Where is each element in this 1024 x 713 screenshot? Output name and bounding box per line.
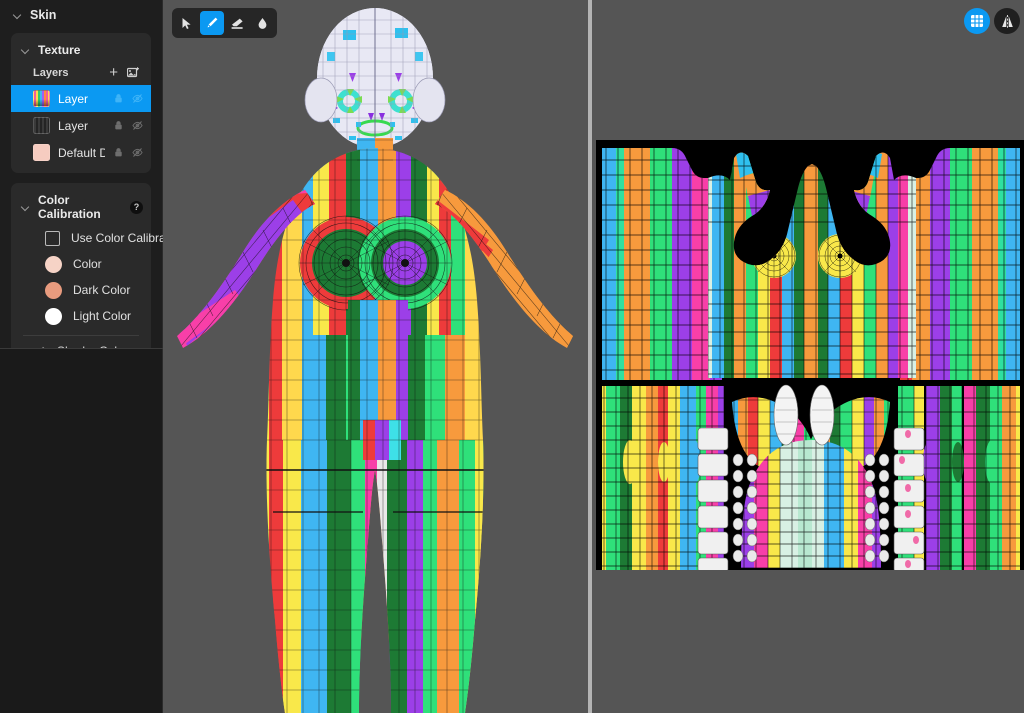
use-color-calibration-row[interactable]: Use Color Calibration (11, 225, 185, 251)
skin-section-header[interactable]: Skin (0, 0, 162, 30)
add-image-icon[interactable] (126, 66, 140, 80)
eraser-tool[interactable] (225, 11, 249, 35)
water-drop-tool[interactable] (250, 11, 274, 35)
skin-editor-window: Skin Texture Layers + Layer Layer Defaul… (0, 0, 1024, 713)
layer-row[interactable]: Layer (11, 112, 151, 139)
viewport-toolbar (172, 8, 277, 38)
lock-icon[interactable] (113, 93, 124, 104)
grid-toggle-button[interactable] (964, 8, 990, 34)
color-swatch-label: Color (73, 257, 102, 271)
layer-name: Default Design (58, 145, 105, 160)
layer-row[interactable]: Default Design (11, 139, 151, 166)
eye-off-icon[interactable] (132, 120, 143, 131)
layer-thumbnail (33, 144, 50, 161)
light-color-swatch[interactable] (45, 307, 62, 325)
layer-thumbnail (33, 90, 50, 107)
model-head (317, 8, 433, 148)
dark-color-swatch-label: Dark Color (73, 283, 131, 297)
mirror-symmetry-icon (1001, 14, 1013, 28)
layers-toolbar: Layers + (11, 61, 151, 85)
dark-color-swatch-row[interactable]: Dark Color (11, 277, 151, 303)
lock-icon[interactable] (113, 147, 124, 158)
eye-off-icon[interactable] (132, 147, 143, 158)
color-swatch[interactable] (45, 255, 62, 273)
uv-editor-panel[interactable] (592, 0, 1024, 713)
plus-icon[interactable]: + (109, 65, 118, 80)
grid-icon (971, 15, 983, 27)
layer-name: Layer (58, 91, 89, 106)
layer-thumbnail (33, 117, 50, 134)
light-color-swatch-row[interactable]: Light Color (11, 303, 151, 329)
lock-icon[interactable] (113, 120, 124, 131)
texture-section-header[interactable]: Texture (11, 39, 151, 61)
divider (23, 335, 139, 336)
layer-name: Layer (58, 118, 89, 133)
mirror-toggle-button[interactable] (994, 8, 1020, 34)
select-tool[interactable] (175, 11, 199, 35)
color-calibration-card: Color Calibration ? Use Color Calibratio… (11, 183, 185, 371)
use-color-calibration-checkbox[interactable] (45, 230, 60, 246)
help-icon[interactable]: ? (130, 200, 143, 214)
layer-row-icons (113, 93, 143, 104)
left-sidebar: Skin Texture Layers + Layer Layer Defaul… (0, 0, 185, 713)
texture-card: Texture Layers + Layer Layer Default D (11, 33, 151, 173)
character-model[interactable] (163, 0, 588, 713)
color-calibration-title: Color Calibration (38, 193, 101, 221)
chevron-down-icon (14, 11, 23, 20)
layer-row-icons (113, 120, 143, 131)
uv-layout-canvas[interactable] (596, 140, 1024, 570)
dark-color-swatch[interactable] (45, 281, 62, 299)
layer-row-icons (113, 147, 143, 158)
3d-viewport[interactable] (163, 0, 588, 713)
layer-row[interactable]: Layer (11, 85, 151, 112)
light-color-swatch-label: Light Color (73, 309, 132, 323)
color-swatch-row[interactable]: Color (11, 251, 151, 277)
color-calibration-header[interactable]: Color Calibration ? (11, 189, 151, 225)
chevron-down-icon (22, 46, 31, 55)
skin-section-title: Skin (30, 8, 57, 22)
chevron-down-icon (22, 203, 31, 212)
texture-section-title: Texture (38, 43, 81, 57)
panel-divider-handle[interactable] (588, 0, 592, 713)
layers-label: Layers (33, 66, 69, 79)
brush-tool[interactable] (200, 11, 224, 35)
eye-off-icon[interactable] (132, 93, 143, 104)
sidebar-empty-area (0, 349, 162, 713)
